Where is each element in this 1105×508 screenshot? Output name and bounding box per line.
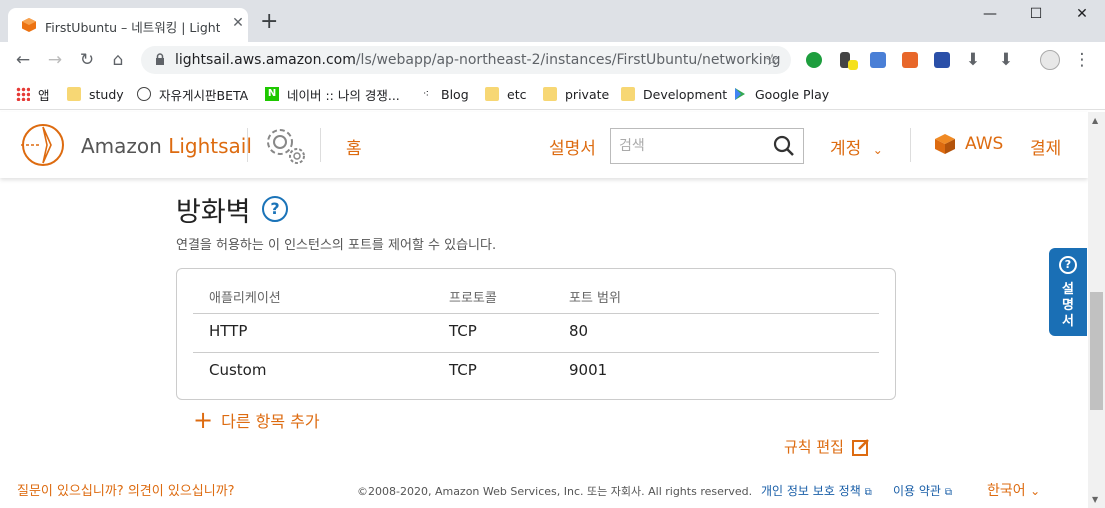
url-text: lightsail.aws.amazon.com/ls/webapp/ap-no… [175,52,781,68]
feedback-link[interactable]: 질문이 있으십니까? 의견이 있으십니까? [17,480,235,499]
back-icon[interactable]: ← [13,50,33,70]
new-tab-icon[interactable]: + [260,11,278,33]
page-scrollbar[interactable]: ▲ ▼ [1088,112,1105,508]
naver-icon: N [265,87,279,101]
row-protocol: TCP [449,361,477,379]
chevron-down-icon: ⌄ [872,143,883,157]
edit-rules-button[interactable]: 규칙 편집 [784,436,870,457]
plus-icon: + [193,406,214,434]
help-icon: ? [1059,256,1077,274]
help-icon[interactable]: ? [262,196,288,222]
lightsail-favicon-icon [22,18,36,32]
bookmarks-bar: 앱 study 자유게시판BETA N 네이버 :: 나의 경쟁... ⁖ Blog… [0,78,1105,110]
profile-avatar[interactable] [1040,50,1060,70]
extension-ex-icon[interactable] [902,52,918,68]
folder-icon [485,87,499,101]
divider [193,313,879,314]
extension-play-icon[interactable] [934,52,950,68]
forward-icon[interactable]: → [45,50,65,70]
browser-tab-strip: FirstUbuntu – 네트워킹 | Lightsail ✕ + — ☐ ✕ [0,0,1105,42]
bookmark-naver[interactable]: N 네이버 :: 나의 경쟁... [265,85,400,103]
edit-icon [851,438,869,456]
blog-icon: ⁖ [422,87,430,100]
maximize-icon[interactable]: ☐ [1013,6,1059,26]
menu-dots-icon[interactable]: ⋮ [1072,50,1092,70]
extension-translate-icon[interactable] [870,52,886,68]
external-link-icon: ⧉ [944,487,952,498]
chevron-down-icon: ⌄ [1030,484,1041,498]
row-port: 80 [569,322,589,340]
column-header-protocol: 프로토콜 [449,291,497,306]
tab-title: FirstUbuntu – 네트워킹 | Lightsail [45,20,220,35]
divider [193,352,879,353]
lightsail-logo-icon[interactable] [17,122,69,168]
close-window-icon[interactable]: ✕ [1059,6,1105,26]
settings-gear-icon[interactable] [260,122,312,168]
bookmark-blog[interactable]: ⁖ Blog [419,85,469,103]
scrollbar-thumb[interactable] [1090,292,1103,410]
networking-content: 방화벽 ? 연결을 허용하는 이 인스턴스의 포트를 제어할 수 있습니다. 애… [0,178,1088,508]
apps-grid-icon [16,87,30,101]
board-icon [137,87,151,101]
row-application: HTTP [209,322,248,340]
add-rule-button[interactable]: + 다른 항목 추가 [193,408,320,432]
bookmark-study[interactable]: study [67,85,124,103]
lock-icon [156,53,164,65]
copyright-text: ©2008-2020, Amazon Web Services, Inc. 또는… [357,485,753,498]
browser-tab[interactable]: FirstUbuntu – 네트워킹 | Lightsail ✕ [8,8,248,42]
extension-green-icon[interactable] [806,52,822,68]
home-icon[interactable]: ⌂ [108,50,128,70]
browser-toolbar: ← → ↻ ⌂ lightsail.aws.amazon.com/ls/weba… [0,42,1105,78]
divider [247,128,248,162]
folder-icon [543,87,557,101]
download-icon[interactable]: ⬇ [963,50,983,70]
billing-link[interactable]: 결제 [1030,134,1061,159]
lightsail-brand[interactable]: Amazon Lightsail [81,134,252,158]
aws-console-link[interactable]: AWS [933,132,1003,156]
help-tab-label: 설명서 [1062,282,1074,329]
docs-link[interactable]: 설명서 [549,134,596,159]
firewall-rules-table: 애플리케이션 프로토콜 포트 범위 HTTP TCP 80 Custom TCP… [176,268,896,400]
account-menu[interactable]: 계정 ⌄ [830,134,883,159]
divider [320,128,321,162]
home-link[interactable]: 홈 [346,134,362,159]
bookmark-apps[interactable]: 앱 [16,85,50,103]
divider [910,128,911,162]
bookmark-private[interactable]: private [543,85,609,103]
close-tab-icon[interactable]: ✕ [230,15,246,31]
row-application: Custom [209,361,267,379]
scroll-down-icon[interactable]: ▼ [1092,495,1101,504]
bookmark-star-icon[interactable]: ☆ [765,50,779,69]
reload-icon[interactable]: ↻ [77,50,97,70]
privacy-policy-link[interactable]: 개인 정보 보호 정책 ⧉ [761,482,872,499]
language-selector[interactable]: 한국어 ⌄ [987,480,1040,500]
page-footer: 질문이 있으십니까? 의견이 있으십니까? ©2008-2020, Amazon… [0,470,1088,508]
scroll-up-icon[interactable]: ▲ [1092,116,1101,125]
address-bar[interactable]: lightsail.aws.amazon.com/ls/webapp/ap-no… [141,46,791,74]
external-link-icon: ⧉ [864,487,872,498]
search-field[interactable] [610,128,804,164]
bookmark-google-play[interactable]: Google Play [733,85,829,103]
download-2-icon[interactable]: ⬇ [996,50,1016,70]
search-input[interactable] [619,136,769,156]
firewall-title: 방화벽 [176,197,251,228]
bookmark-board[interactable]: 자유게시판BETA [137,85,248,103]
search-icon[interactable] [773,135,795,157]
help-panel-tab[interactable]: ? 설명서 [1049,248,1087,336]
row-port: 9001 [569,361,608,379]
minimize-icon[interactable]: — [967,6,1013,26]
extension-yellow-icon [848,60,858,70]
terms-link[interactable]: 이용 약관 ⧉ [893,482,952,499]
bookmark-etc[interactable]: etc [485,85,526,103]
column-header-port-range: 포트 범위 [569,291,621,306]
google-play-icon [735,88,745,100]
folder-icon [67,87,81,101]
folder-icon [621,87,635,101]
aws-cube-icon [935,134,955,154]
lightsail-header: Amazon Lightsail 홈 설명서 계정 ⌄ AWS 결제 [0,112,1088,178]
row-protocol: TCP [449,322,477,340]
column-header-application: 애플리케이션 [209,291,281,306]
bookmark-development[interactable]: Development [621,85,727,103]
firewall-description: 연결을 허용하는 이 인스턴스의 포트를 제어할 수 있습니다. [176,238,497,253]
